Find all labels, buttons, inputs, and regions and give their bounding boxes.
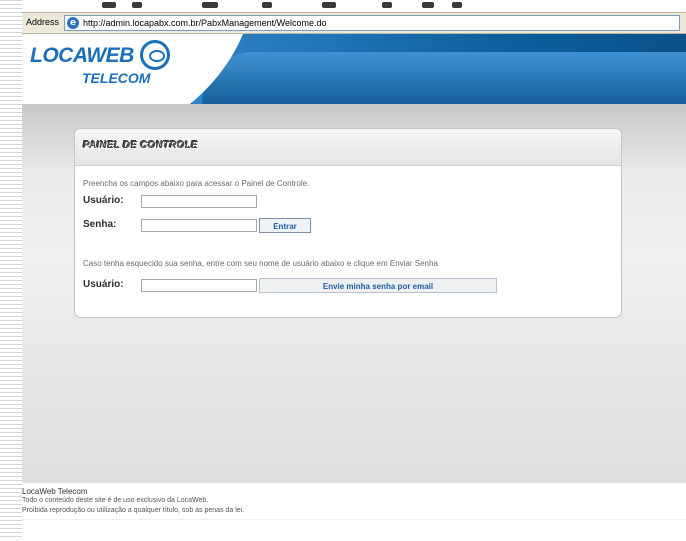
send-password-button[interactable]: Envie minha senha por email	[259, 278, 497, 293]
logo-text-top: LOCAWEB	[30, 44, 134, 67]
panel-header: PAINEL DE CONTROLE	[75, 129, 621, 166]
toolbar-icon	[262, 2, 272, 8]
toolbar-icon	[422, 2, 434, 8]
forgot-user-label: Usuário:	[83, 279, 124, 290]
panel-title: PAINEL DE CONTROLE	[83, 140, 198, 151]
toolbar-icon	[132, 2, 142, 8]
ie-page-icon: e	[67, 17, 79, 29]
toolbar-icon	[452, 2, 462, 8]
top-toolbar-fragment	[22, 0, 686, 12]
footer-line-2: Proibida reprodução ou utilização a qual…	[22, 507, 245, 514]
toolbar-icon	[322, 2, 336, 8]
username-input[interactable]	[141, 195, 257, 208]
toolbar-icon	[382, 2, 392, 8]
footer-line-1: Todo o conteúdo deste site é de uso excl…	[22, 497, 209, 504]
footer-company: LocaWeb Telecom	[22, 487, 88, 496]
login-instruction: Preencha os campos abaixo para acessar o…	[83, 179, 310, 188]
address-label: Address	[26, 17, 60, 27]
site-footer: LocaWeb Telecom Todo o conteúdo deste si…	[22, 482, 686, 541]
forgot-username-input[interactable]	[141, 279, 257, 292]
toolbar-icon	[102, 2, 116, 8]
forgot-instruction: Caso tenha esquecido sua senha, entre co…	[83, 259, 438, 268]
site-header: LOCAWEB TELECOM	[22, 34, 686, 104]
page-left-margin	[0, 0, 23, 540]
locaweb-logo[interactable]: LOCAWEB TELECOM	[30, 40, 190, 96]
logo-globe-icon	[140, 40, 170, 70]
logo-text-bottom: TELECOM	[82, 70, 151, 86]
control-panel-box: PAINEL DE CONTROLE Preencha os campos ab…	[74, 128, 622, 318]
toolbar-icon	[202, 2, 218, 8]
url-field[interactable]: e http://admin.locapabx.com.br/PabxManag…	[64, 15, 680, 31]
address-bar: Address e http://admin.locapabx.com.br/P…	[22, 12, 686, 34]
url-text[interactable]: http://admin.locapabx.com.br/PabxManagem…	[83, 18, 326, 28]
password-label: Senha:	[83, 219, 117, 230]
main-area: PAINEL DE CONTROLE Preencha os campos ab…	[22, 104, 686, 482]
header-wave	[202, 52, 686, 104]
enter-button[interactable]: Entrar	[259, 218, 311, 233]
user-label: Usuário:	[83, 195, 124, 206]
footer-divider	[22, 519, 686, 520]
password-input[interactable]	[141, 219, 257, 232]
